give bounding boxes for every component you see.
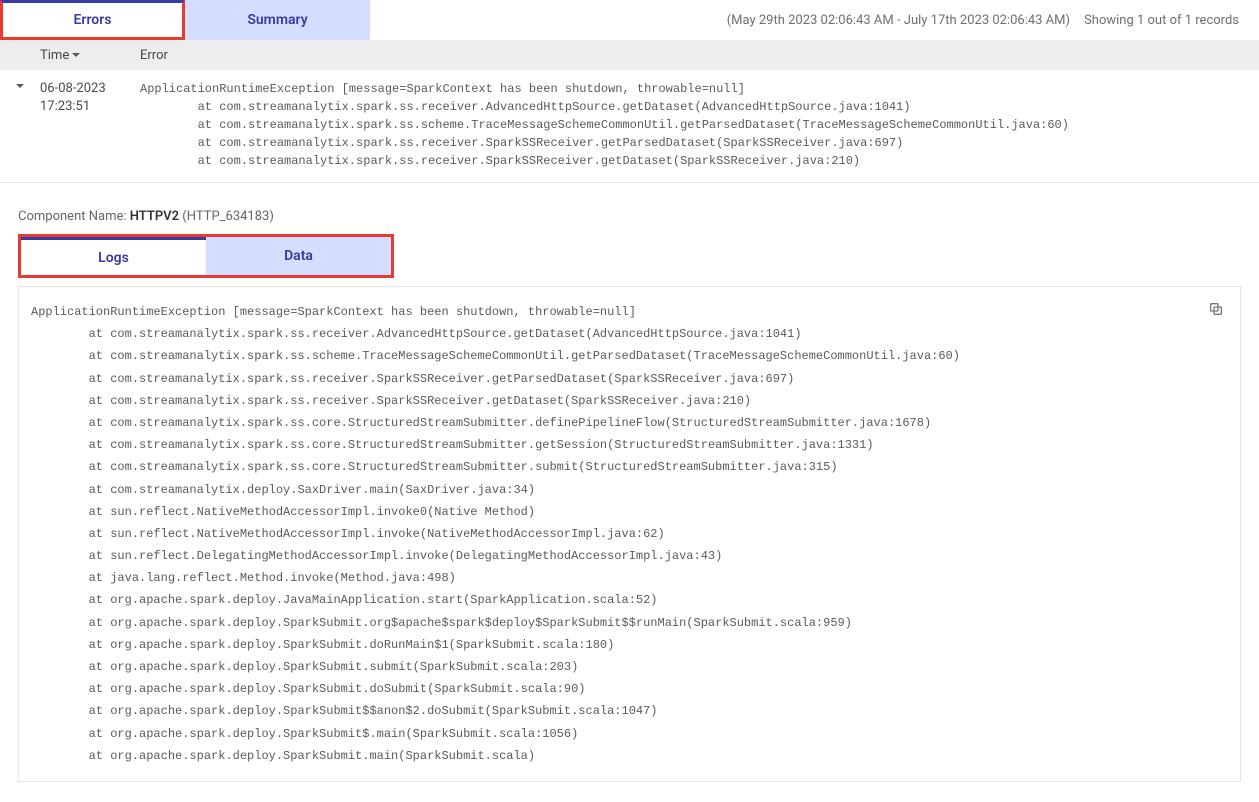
error-row: 06-08-2023 17:23:51 ApplicationRuntimeEx… xyxy=(0,70,1259,183)
row-timestamp: 06-08-2023 17:23:51 xyxy=(40,80,140,170)
row-time: 17:23:51 xyxy=(40,98,140,116)
row-error-text: ApplicationRuntimeException [message=Spa… xyxy=(140,80,1259,170)
row-date: 06-08-2023 xyxy=(40,80,140,98)
chevron-down-icon xyxy=(16,84,24,88)
copy-icon[interactable] xyxy=(1208,301,1224,317)
col-header-error[interactable]: Error xyxy=(140,48,168,63)
sort-caret-icon xyxy=(72,53,80,57)
subtab-label: Data xyxy=(284,248,313,264)
row-expander[interactable] xyxy=(0,80,40,170)
subtabs-wrap: Logs Data xyxy=(18,234,394,278)
date-range: (May 29th 2023 02:06:43 AM - July 17th 2… xyxy=(727,13,1070,28)
component-name-bold: HTTPV2 xyxy=(130,209,179,224)
col-header-time[interactable]: Time xyxy=(40,48,140,63)
record-count: Showing 1 out of 1 records xyxy=(1084,13,1239,28)
subtab-label: Logs xyxy=(98,250,129,266)
tab-errors[interactable]: Errors xyxy=(0,0,185,40)
component-section: Component Name: HTTPV2 (HTTP_634183) Log… xyxy=(0,183,1259,278)
component-name: Component Name: HTTPV2 (HTTP_634183) xyxy=(18,209,1241,224)
component-label: Component Name: xyxy=(18,209,130,224)
component-subtabs: Logs Data xyxy=(21,237,391,275)
col-header-label: Error xyxy=(140,48,168,63)
subtab-logs[interactable]: Logs xyxy=(21,237,206,275)
col-header-label: Time xyxy=(40,48,69,63)
logs-text: ApplicationRuntimeException [message=Spa… xyxy=(31,301,1226,767)
top-bar: Errors Summary (May 29th 2023 02:06:43 A… xyxy=(0,0,1259,40)
component-id: (HTTP_634183) xyxy=(179,209,274,224)
tab-label: Summary xyxy=(247,12,307,28)
tab-label: Errors xyxy=(74,12,112,28)
tab-summary[interactable]: Summary xyxy=(185,0,370,40)
table-header: Time Error xyxy=(0,40,1259,70)
subtab-data[interactable]: Data xyxy=(206,237,391,275)
top-right-info: (May 29th 2023 02:06:43 AM - July 17th 2… xyxy=(727,13,1259,28)
logs-box: ApplicationRuntimeException [message=Spa… xyxy=(18,286,1241,782)
primary-tabs: Errors Summary xyxy=(0,0,370,40)
